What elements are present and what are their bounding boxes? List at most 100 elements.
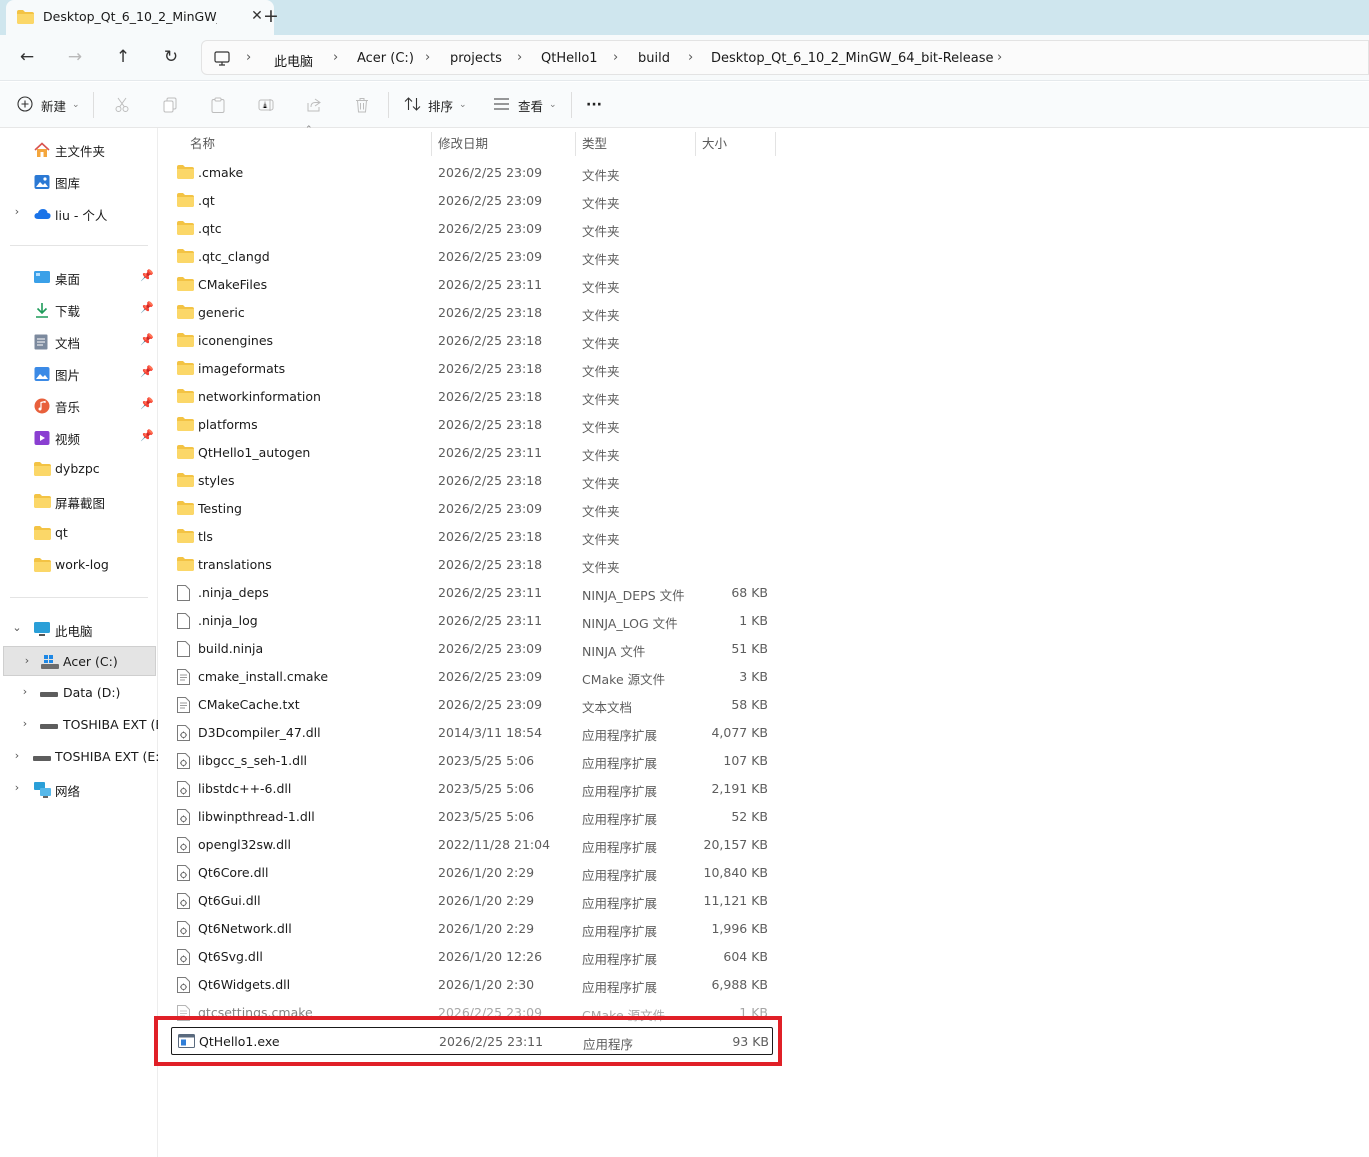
sidebar-item-home[interactable]: 主文件夹 [0, 134, 158, 164]
forward-button[interactable]: → [61, 44, 89, 70]
file-row[interactable]: QtHello1_autogen 2026/2/25 23:11 文件夹 [171, 439, 773, 467]
up-button[interactable]: ↑ [109, 44, 137, 70]
delete-icon[interactable] [354, 94, 370, 116]
rename-icon[interactable] [258, 94, 274, 116]
file-row[interactable]: CMakeCache.txt 2026/2/25 23:09 文本文档 58 KB [171, 691, 773, 719]
column-header-date[interactable]: 修改日期 [438, 133, 488, 157]
chevron-right-icon[interactable]: › [11, 749, 23, 762]
column-divider[interactable] [695, 132, 696, 156]
pin-icon[interactable]: 📌 [140, 269, 154, 282]
column-divider[interactable] [775, 132, 776, 156]
breadcrumb-this-pc[interactable]: 此电脑 [274, 51, 313, 70]
sidebar-item-work-log[interactable]: work-log [0, 550, 158, 580]
pin-icon[interactable]: 📌 [140, 365, 154, 378]
chevron-down-icon[interactable]: ⌄ [11, 621, 23, 634]
sidebar-item-downloads[interactable]: 下载 📌 [0, 294, 158, 324]
sidebar-item-documents[interactable]: 文档 📌 [0, 326, 158, 356]
sidebar-item-gallery[interactable]: 图库 [0, 166, 158, 196]
sidebar-item-ext-drive[interactable]: › TOSHIBA EXT (E:) [0, 742, 158, 772]
back-button[interactable]: ← [13, 44, 41, 70]
file-row[interactable]: build.ninja 2026/2/25 23:09 NINJA 文件 51 KB [171, 635, 773, 663]
sidebar-item-music[interactable]: 音乐 📌 [0, 390, 158, 420]
refresh-button[interactable]: ↻ [157, 44, 185, 70]
new-tab-button[interactable]: + [258, 3, 284, 29]
view-button[interactable]: 查看 ⌄ [493, 94, 557, 116]
paste-icon[interactable] [210, 94, 226, 116]
file-row[interactable]: cmake_install.cmake 2026/2/25 23:09 CMake … [171, 663, 773, 691]
breadcrumb-drive-c[interactable]: Acer (C:) [357, 51, 414, 66]
breadcrumb-chevron-icon[interactable]: › [425, 50, 430, 65]
breadcrumb-chevron-icon[interactable]: › [517, 50, 522, 65]
file-row[interactable]: generic 2026/2/25 23:18 文件夹 [171, 299, 773, 327]
file-row[interactable]: .qt 2026/2/25 23:09 文件夹 [171, 187, 773, 215]
more-options-button[interactable]: ··· [586, 94, 602, 116]
tab-current-folder[interactable]: Desktop_Qt_6_10_2_MinGW_64_bit-Release ✕ [6, 0, 274, 35]
pin-icon[interactable]: 📌 [140, 397, 154, 410]
column-header-size[interactable]: 大小 [702, 133, 727, 157]
breadcrumb-chevron-icon[interactable]: › [246, 50, 251, 65]
breadcrumb-projects[interactable]: projects [450, 51, 502, 66]
sidebar-item-videos[interactable]: 视频 📌 [0, 422, 158, 452]
file-row[interactable]: .qtc 2026/2/25 23:09 文件夹 [171, 215, 773, 243]
new-button[interactable]: 新建 ⌄ [17, 94, 80, 116]
column-divider[interactable] [431, 132, 432, 156]
file-row[interactable]: Qt6Network.dll 2026/1/20 2:29 应用程序扩展 1,996 … [171, 915, 773, 943]
file-row[interactable]: Qt6Svg.dll 2026/1/20 12:26 应用程序扩展 604 KB [171, 943, 773, 971]
sidebar-item-drive-c[interactable]: › Acer (C:) [3, 646, 156, 676]
breadcrumb-chevron-icon[interactable]: › [613, 50, 618, 65]
breadcrumb-chevron-icon[interactable]: › [688, 50, 693, 65]
sort-button[interactable]: 排序 ⌄ [404, 94, 467, 116]
chevron-right-icon[interactable]: › [11, 205, 23, 218]
sidebar-item-this-pc[interactable]: ⌄ 此电脑 [0, 614, 158, 644]
file-row[interactable]: libgcc_s_seh-1.dll 2023/5/25 5:06 应用程序扩展 10… [171, 747, 773, 775]
file-row[interactable]: tls 2026/2/25 23:18 文件夹 [171, 523, 773, 551]
column-header-name[interactable]: 名称 [190, 133, 215, 157]
sidebar-item-network[interactable]: › 网络 [0, 774, 158, 804]
sidebar-item-qt[interactable]: qt [0, 518, 158, 548]
pin-icon[interactable]: 📌 [140, 333, 154, 346]
sidebar-item-onedrive[interactable]: › liu - 个人 [0, 198, 158, 228]
file-row[interactable]: platforms 2026/2/25 23:18 文件夹 [171, 411, 773, 439]
file-row[interactable]: networkinformation 2026/2/25 23:18 文件夹 [171, 383, 773, 411]
sidebar-item-pictures[interactable]: 图片 📌 [0, 358, 158, 388]
file-row[interactable]: iconengines 2026/2/25 23:18 文件夹 [171, 327, 773, 355]
breadcrumb-qthello1[interactable]: QtHello1 [541, 51, 598, 66]
file-row[interactable]: translations 2026/2/25 23:18 文件夹 [171, 551, 773, 579]
breadcrumb-build[interactable]: build [638, 51, 670, 66]
share-icon[interactable] [306, 94, 322, 116]
pin-icon[interactable]: 📌 [140, 429, 154, 442]
file-row[interactable]: libwinpthread-1.dll 2023/5/25 5:06 应用程序扩展 5… [171, 803, 773, 831]
pin-icon[interactable]: 📌 [140, 301, 154, 314]
file-row[interactable]: Testing 2026/2/25 23:09 文件夹 [171, 495, 773, 523]
copy-icon[interactable] [162, 94, 178, 116]
sidebar-item-desktop[interactable]: 桌面 📌 [0, 262, 158, 292]
chevron-right-icon[interactable]: › [19, 685, 31, 698]
chevron-right-icon[interactable]: › [19, 717, 31, 730]
file-row[interactable]: CMakeFiles 2026/2/25 23:11 文件夹 [171, 271, 773, 299]
column-divider[interactable] [575, 132, 576, 156]
sidebar-item-screenshots[interactable]: 屏幕截图 [0, 486, 158, 516]
sidebar-item-drive-e[interactable]: › TOSHIBA EXT (E:) [0, 710, 158, 740]
file-row[interactable]: imageformats 2026/2/25 23:18 文件夹 [171, 355, 773, 383]
file-row[interactable]: .cmake 2026/2/25 23:09 文件夹 [171, 159, 773, 187]
file-row[interactable]: Qt6Gui.dll 2026/1/20 2:29 应用程序扩展 11,121 KB [171, 887, 773, 915]
file-row[interactable]: Qt6Core.dll 2026/1/20 2:29 应用程序扩展 10,840 KB [171, 859, 773, 887]
file-row[interactable]: .ninja_deps 2026/2/25 23:11 NINJA_DEPS 文件 6… [171, 579, 773, 607]
sidebar-item-drive-d[interactable]: › Data (D:) [0, 678, 158, 708]
breadcrumb-release-folder[interactable]: Desktop_Qt_6_10_2_MinGW_64_bit-Release [711, 51, 994, 66]
file-row[interactable]: styles 2026/2/25 23:18 文件夹 [171, 467, 773, 495]
file-row[interactable]: Qt6Widgets.dll 2026/1/20 2:30 应用程序扩展 6,988 … [171, 971, 773, 999]
file-row[interactable]: .ninja_log 2026/2/25 23:11 NINJA_LOG 文件 1 K… [171, 607, 773, 635]
breadcrumb-chevron-icon[interactable]: › [333, 50, 338, 65]
breadcrumb-chevron-icon[interactable]: › [997, 50, 1002, 65]
address-bar[interactable]: › 此电脑 › Acer (C:) › projects › QtHello1 … [201, 40, 1369, 75]
chevron-right-icon[interactable]: › [11, 781, 23, 794]
file-row[interactable]: .qtc_clangd 2026/2/25 23:09 文件夹 [171, 243, 773, 271]
cut-icon[interactable] [114, 94, 130, 116]
file-row[interactable]: libstdc++-6.dll 2023/5/25 5:06 应用程序扩展 2,191… [171, 775, 773, 803]
column-header-type[interactable]: 类型 [582, 133, 607, 157]
chevron-right-icon[interactable]: › [21, 654, 33, 667]
file-row[interactable]: D3Dcompiler_47.dll 2014/3/11 18:54 应用程序扩展 4… [171, 719, 773, 747]
sidebar-item-dybzpc[interactable]: dybzpc [0, 454, 158, 484]
file-row[interactable]: opengl32sw.dll 2022/11/28 21:04 应用程序扩展 20,1… [171, 831, 773, 859]
